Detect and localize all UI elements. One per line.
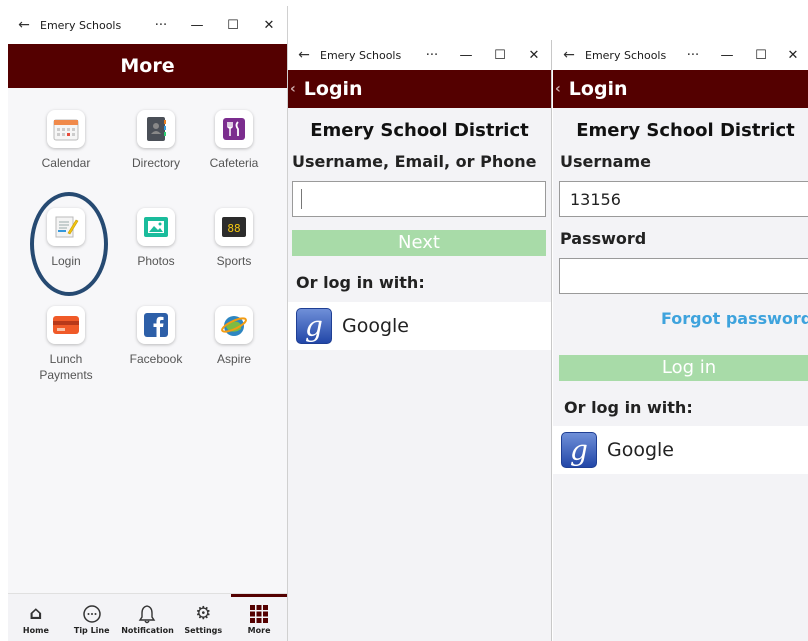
tile-cafeteria[interactable]: Cafeteria	[194, 110, 274, 171]
bottom-tab-bar: ⌂ Home Tip Line Notification ⚙ Settings …	[8, 593, 287, 641]
grid-icon	[231, 604, 287, 626]
password-label: Password	[560, 229, 647, 248]
tile-label: Photos	[137, 254, 175, 268]
district-name: Emery School District	[310, 120, 529, 141]
tile-sports[interactable]: 88 Sports	[194, 208, 274, 269]
more-options-button[interactable]: ···	[143, 18, 179, 33]
close-button[interactable]: ✕	[517, 48, 551, 63]
page-header: More	[8, 44, 287, 88]
tile-label: Calendar	[41, 156, 91, 170]
tile-facebook[interactable]: Facebook	[116, 306, 196, 367]
tile-directory[interactable]: Directory	[116, 110, 196, 171]
tile-label: Facebook	[129, 352, 183, 366]
login-window-1: ← Emery Schools ··· — ☐ ✕ ‹ Login Emery …	[288, 40, 552, 641]
window-title: Emery Schools	[585, 48, 667, 62]
or-login-label: Or log in with:	[296, 273, 425, 292]
svg-text:88: 88	[227, 222, 240, 235]
maximize-button[interactable]: ☐	[215, 18, 251, 33]
sports-icon: 88	[215, 208, 253, 246]
calendar-icon	[47, 110, 85, 148]
google-label: Google	[607, 439, 675, 461]
close-button[interactable]: ✕	[251, 18, 287, 33]
username-input[interactable]: 13156	[559, 181, 808, 217]
tab-settings[interactable]: ⚙ Settings	[175, 594, 231, 641]
tile-aspire[interactable]: Aspire	[194, 306, 274, 367]
tab-label: More	[247, 626, 271, 635]
minimize-button[interactable]: —	[449, 48, 483, 63]
tile-label: Aspire	[216, 352, 251, 366]
back-arrow-icon[interactable]: ←	[553, 47, 585, 63]
maximize-button[interactable]: ☐	[483, 48, 517, 63]
password-input[interactable]	[559, 258, 808, 294]
username-label: Username	[560, 152, 651, 171]
login-window-2: ← Emery Schools ··· — ☐ ✕ ‹ Login Emery …	[553, 40, 808, 641]
tile-label: Lunch Payments	[39, 352, 93, 382]
tab-label: Home	[22, 626, 49, 635]
tab-label: Tip Line	[73, 626, 110, 635]
close-button[interactable]: ✕	[778, 48, 808, 63]
lunch-payments-icon	[47, 306, 85, 344]
page-header: ‹ Login	[288, 70, 551, 108]
minimize-button[interactable]: —	[179, 18, 215, 33]
tab-label: Notification	[121, 626, 174, 635]
directory-icon	[137, 110, 175, 148]
tab-tip-line[interactable]: Tip Line	[64, 594, 120, 641]
aspire-icon	[215, 306, 253, 344]
google-label: Google	[342, 315, 410, 337]
title-bar: ← Emery Schools ··· — ☐ ✕	[288, 40, 551, 70]
tile-calendar[interactable]: Calendar	[26, 110, 106, 171]
tip-line-icon	[64, 604, 120, 626]
next-button[interactable]: Next	[292, 230, 546, 256]
maximize-button[interactable]: ☐	[744, 48, 778, 63]
title-bar: ← Emery Schools ··· — ☐ ✕	[8, 6, 287, 44]
username-label: Username, Email, or Phone	[292, 152, 537, 171]
back-arrow-icon[interactable]: ←	[288, 47, 320, 63]
more-options-button[interactable]: ···	[676, 48, 710, 63]
google-login-button[interactable]: g Google	[288, 302, 551, 350]
text-cursor	[301, 189, 302, 209]
page-header: ‹ Login	[553, 70, 808, 108]
highlight-circle	[30, 192, 108, 296]
page-title: Login	[303, 78, 363, 100]
gear-icon: ⚙	[195, 603, 212, 624]
tile-label: Directory	[131, 156, 180, 170]
facebook-icon	[137, 306, 175, 344]
forgot-password-link[interactable]: Forgot password?	[661, 309, 808, 328]
page-title: Login	[568, 78, 628, 100]
more-options-button[interactable]: ···	[415, 48, 449, 63]
window-title: Emery Schools	[320, 48, 402, 62]
google-login-button[interactable]: g Google	[553, 426, 808, 474]
bell-icon	[120, 604, 176, 626]
title-bar: ← Emery Schools ··· — ☐ ✕	[553, 40, 808, 70]
window-title: Emery Schools	[40, 18, 122, 32]
username-input[interactable]	[292, 181, 546, 217]
more-window: ← Emery Schools ··· — ☐ ✕ More Calendar …	[8, 6, 288, 641]
tab-notification[interactable]: Notification	[120, 594, 176, 641]
home-icon: ⌂	[29, 603, 43, 624]
tab-home[interactable]: ⌂ Home	[8, 594, 64, 641]
tab-label: Settings	[184, 626, 223, 635]
login-button[interactable]: Log in	[559, 355, 808, 381]
cafeteria-icon	[215, 110, 253, 148]
tile-label: Sports	[216, 254, 252, 268]
tile-photos[interactable]: Photos	[116, 208, 196, 269]
google-icon: g	[561, 432, 597, 468]
google-icon: g	[296, 308, 332, 344]
chevron-left-icon[interactable]: ‹	[290, 81, 296, 97]
page-title: More	[120, 55, 175, 77]
or-login-label: Or log in with:	[564, 398, 693, 417]
tab-more[interactable]: More	[231, 594, 287, 641]
tile-label: Cafeteria	[209, 156, 259, 170]
back-arrow-icon[interactable]: ←	[8, 17, 40, 33]
minimize-button[interactable]: —	[710, 48, 744, 63]
chevron-left-icon[interactable]: ‹	[555, 81, 561, 97]
username-value: 13156	[570, 189, 621, 209]
photos-icon	[137, 208, 175, 246]
tile-lunch-payments[interactable]: Lunch Payments	[26, 306, 106, 383]
district-name: Emery School District	[576, 120, 795, 141]
